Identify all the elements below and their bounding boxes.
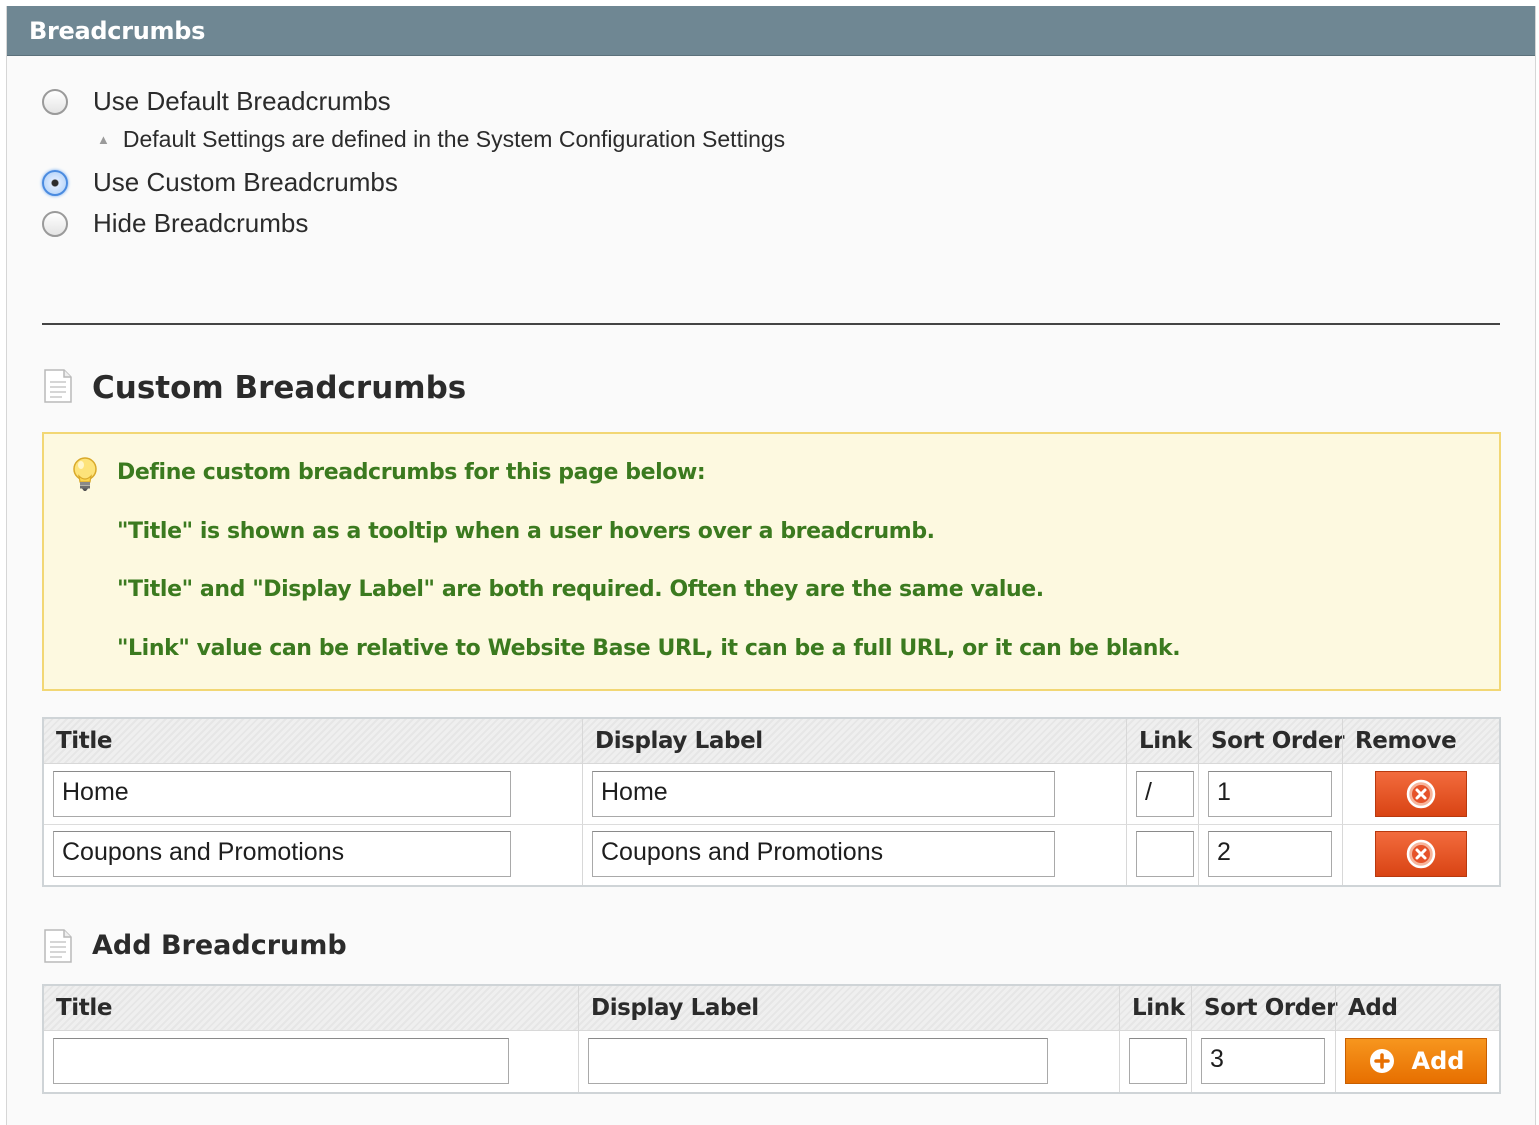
add-breadcrumb-title: Add Breadcrumb: [92, 930, 347, 961]
option-use-custom[interactable]: Use Custom Breadcrumbs: [42, 167, 398, 198]
panel-header: Breadcrumbs: [7, 6, 1535, 56]
custom-breadcrumbs-title: Custom Breadcrumbs: [92, 370, 467, 406]
row-1-display-label-input[interactable]: Home: [592, 771, 1055, 817]
column-display-label: Display Label: [591, 995, 759, 1021]
tip-line-3: "Title" and "Display Label" are both req…: [117, 577, 1044, 602]
row-2-link-input[interactable]: [1136, 831, 1194, 877]
column-remove: Remove: [1355, 728, 1457, 754]
new-title-input[interactable]: [53, 1038, 509, 1084]
tip-line-1: Define custom breadcrumbs for this page …: [117, 460, 706, 485]
column-add: Add: [1348, 995, 1398, 1021]
document-icon: [44, 369, 72, 403]
new-sort-order-input[interactable]: 3: [1201, 1038, 1325, 1084]
grid-header: Title Display Label Link Sort Order Remo…: [44, 719, 1499, 764]
option-use-custom-label: Use Custom Breadcrumbs: [93, 167, 398, 197]
column-display-label: Display Label: [595, 728, 763, 754]
row-1-remove-button[interactable]: [1375, 771, 1467, 817]
row-2-remove-button[interactable]: [1375, 831, 1467, 877]
option-hide-label: Hide Breadcrumbs: [93, 208, 309, 238]
row-1-sort-order-input[interactable]: 1: [1208, 771, 1332, 817]
option-hide[interactable]: Hide Breadcrumbs: [42, 208, 308, 239]
add-button[interactable]: Add: [1345, 1038, 1487, 1084]
row-2-display-label-input[interactable]: Coupons and Promotions: [592, 831, 1055, 877]
column-link: Link: [1139, 728, 1192, 754]
column-title: Title: [56, 995, 113, 1021]
row-2-title-input[interactable]: Coupons and Promotions: [53, 831, 511, 877]
custom-breadcrumbs-grid: Title Display Label Link Sort Order Remo…: [42, 717, 1501, 887]
tip-box: Define custom breadcrumbs for this page …: [42, 432, 1501, 691]
grid-header: Title Display Label Link Sort Order Add: [44, 986, 1499, 1031]
radio-use-default[interactable]: [42, 88, 68, 115]
option-use-default-label: Use Default Breadcrumbs: [93, 86, 391, 116]
new-link-input[interactable]: [1129, 1038, 1187, 1084]
breadcrumbs-panel: Breadcrumbs Use Default Breadcrumbs ▲ De…: [6, 6, 1536, 1125]
column-link: Link: [1132, 995, 1185, 1021]
radio-use-custom[interactable]: [42, 169, 68, 196]
default-settings-note: ▲ Default Settings are defined in the Sy…: [97, 126, 785, 153]
column-sort-order: Sort Order: [1204, 995, 1338, 1021]
row-2-sort-order-input[interactable]: 2: [1208, 831, 1332, 877]
remove-icon: [1406, 839, 1436, 869]
new-display-label-input[interactable]: [588, 1038, 1048, 1084]
tip-line-2: "Title" is shown as a tooltip when a use…: [117, 519, 935, 544]
panel-title: Breadcrumbs: [29, 17, 206, 45]
row-1-title-input[interactable]: Home: [53, 771, 511, 817]
column-title: Title: [56, 728, 113, 754]
section-divider: [42, 323, 1500, 325]
remove-icon: [1406, 779, 1436, 809]
add-breadcrumb-grid: Title Display Label Link Sort Order Add …: [42, 984, 1501, 1094]
option-use-default[interactable]: Use Default Breadcrumbs: [42, 86, 391, 117]
row-1-link-input[interactable]: /: [1136, 771, 1194, 817]
column-sort-order: Sort Order: [1211, 728, 1345, 754]
document-icon: [44, 929, 72, 963]
tip-line-4: "Link" value can be relative to Website …: [117, 636, 1181, 661]
add-button-label: Add: [1411, 1047, 1465, 1075]
triangle-up-icon: ▲: [97, 132, 110, 147]
plus-circle-icon: [1369, 1049, 1394, 1073]
radio-hide[interactable]: [42, 210, 68, 237]
default-settings-note-text: Default Settings are defined in the Syst…: [122, 126, 786, 152]
lightbulb-icon: [73, 457, 97, 491]
